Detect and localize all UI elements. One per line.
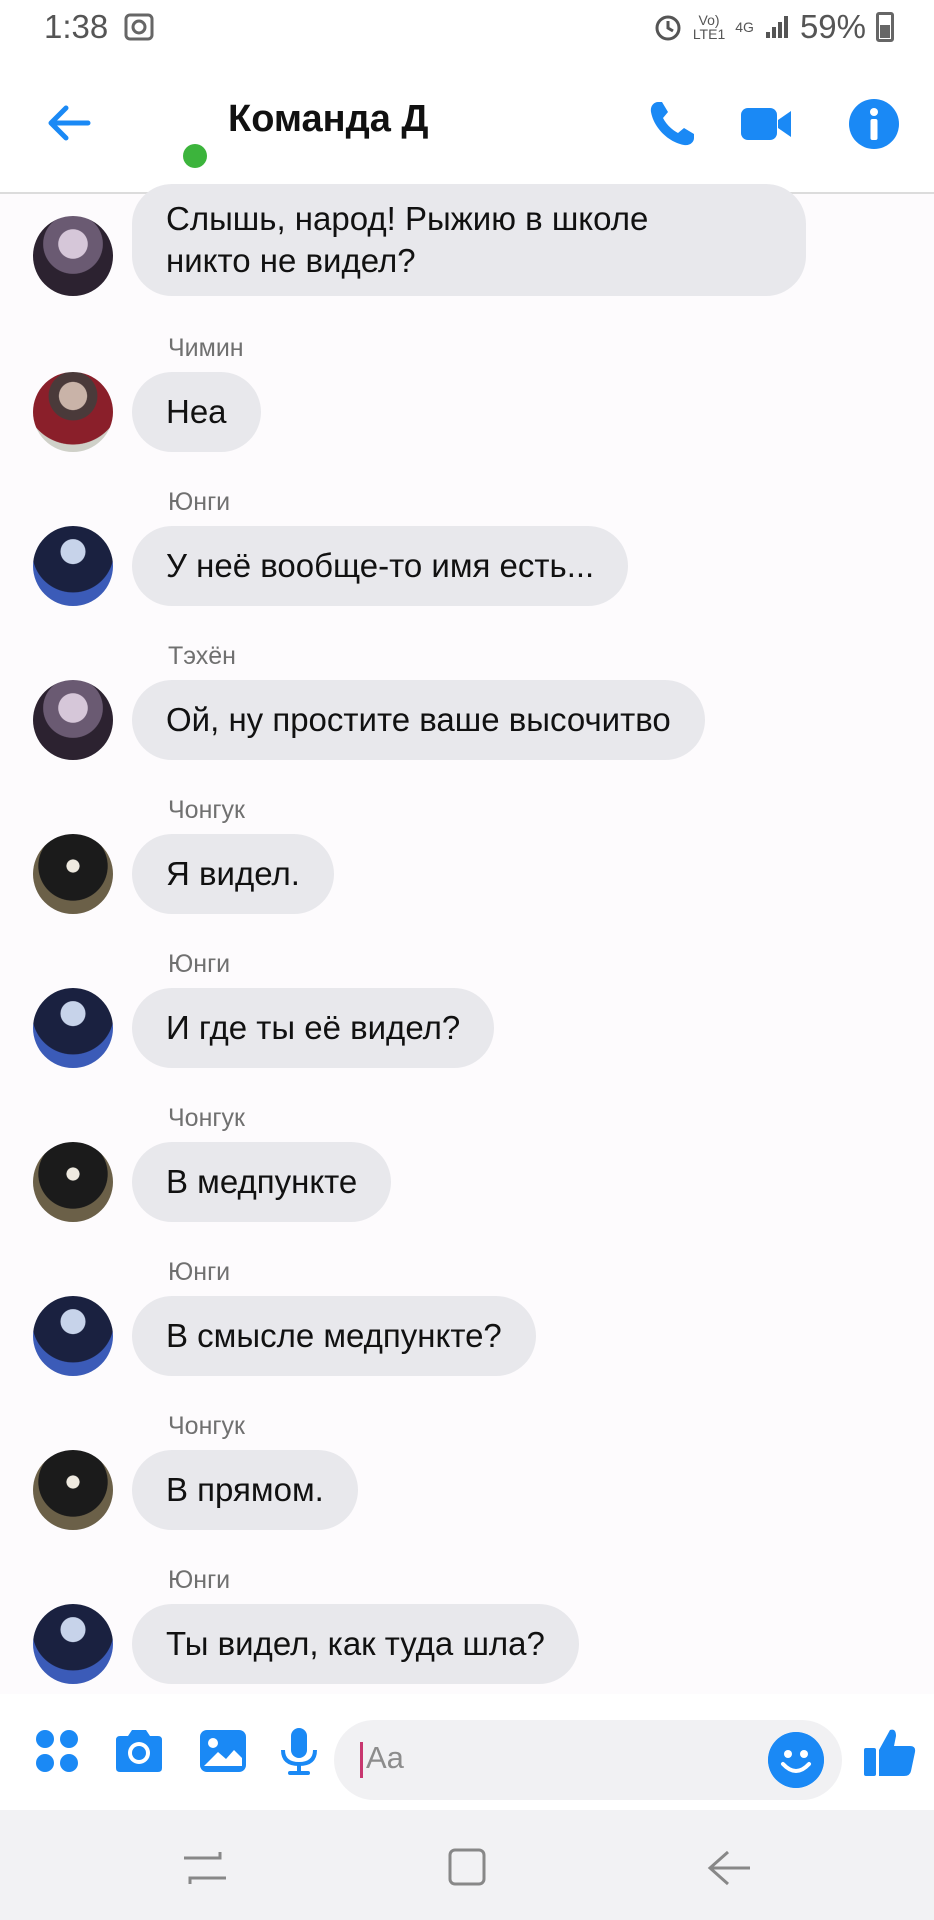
- message-bubble[interactable]: Я видел.: [132, 834, 334, 914]
- message-bubble[interactable]: Неа: [132, 372, 261, 452]
- chat-title[interactable]: Команда Д: [228, 98, 428, 141]
- video-call-icon[interactable]: [738, 96, 794, 152]
- screenshot-notification-icon: [124, 13, 154, 41]
- back-nav-icon[interactable]: [704, 1848, 754, 1888]
- grid-icon[interactable]: [30, 1724, 84, 1778]
- signal-icon: [765, 16, 788, 38]
- battery-percent: 59%: [799, 8, 866, 45]
- message-bubble[interactable]: В медпункте: [132, 1142, 392, 1222]
- text-caret: [360, 1742, 363, 1778]
- avatar-jimin[interactable]: [33, 372, 113, 452]
- phone-call-icon[interactable]: [644, 96, 700, 152]
- message-bubble[interactable]: И где ты её видел?: [132, 988, 495, 1068]
- camera-icon[interactable]: [112, 1724, 166, 1778]
- sender-name: Тэхён: [168, 642, 236, 670]
- gallery-icon[interactable]: [196, 1724, 250, 1778]
- message-list: Слышь, народ! Рыжию в школе никто не вид…: [0, 184, 934, 1694]
- avatar-jungkook[interactable]: [33, 1142, 113, 1222]
- message-bubble[interactable]: Ты видел, как туда шла?: [132, 1604, 579, 1684]
- message-bubble[interactable]: В прямом.: [132, 1450, 358, 1530]
- sender-name: Юнги: [168, 1258, 231, 1286]
- message-bubble[interactable]: В смысле медпункте?: [132, 1296, 536, 1376]
- message-composer: Aa: [0, 1700, 934, 1810]
- online-status-dot: [183, 144, 207, 168]
- sender-name: Юнги: [168, 950, 231, 978]
- message-bubble[interactable]: У неё вообще-то имя есть...: [132, 526, 629, 606]
- avatar-yoongi[interactable]: [33, 1604, 113, 1684]
- avatar-jungkook[interactable]: [33, 1450, 113, 1530]
- thumbs-up-icon[interactable]: [862, 1724, 918, 1780]
- status-time: 1:38: [44, 8, 109, 45]
- status-bar: 1:38 Vo) LTE1 4G 59%: [0, 0, 934, 58]
- sender-name: Юнги: [168, 488, 231, 516]
- back-arrow-icon[interactable]: [44, 98, 94, 148]
- sender-name: Чонгук: [168, 796, 245, 824]
- sender-name: Чонгук: [168, 1412, 245, 1440]
- avatar-yoongi[interactable]: [33, 988, 113, 1068]
- chat-header: Команда Д: [0, 58, 934, 194]
- message-input-placeholder: Aa: [366, 1740, 404, 1775]
- info-icon[interactable]: [846, 96, 902, 152]
- avatar-taehyung[interactable]: [33, 680, 113, 760]
- avatar-jungkook[interactable]: [33, 834, 113, 914]
- microphone-icon[interactable]: [272, 1724, 326, 1778]
- network-type: 4G: [735, 19, 754, 35]
- sender-name: Чонгук: [168, 1104, 245, 1132]
- avatar-yoongi[interactable]: [33, 526, 113, 606]
- alarm-icon: [655, 15, 681, 41]
- battery-icon: [876, 12, 894, 42]
- sender-name: Чимин: [168, 334, 244, 362]
- system-nav-bar: [0, 1810, 934, 1920]
- home-icon[interactable]: [442, 1848, 492, 1888]
- message-bubble[interactable]: Слышь, народ! Рыжию в школе никто не вид…: [132, 184, 806, 296]
- message-bubble[interactable]: Ой, ну простите ваше высочитво: [132, 680, 705, 760]
- avatar-taehyung[interactable]: [33, 216, 113, 296]
- avatar-yoongi[interactable]: [33, 1296, 113, 1376]
- status-icons: Vo) LTE1 4G 59%: [653, 8, 894, 46]
- sender-name: Юнги: [168, 1566, 231, 1594]
- volte-indicator: Vo) LTE1: [692, 12, 726, 42]
- message-input[interactable]: Aa: [334, 1720, 842, 1800]
- recent-apps-icon[interactable]: [180, 1848, 230, 1888]
- emoji-icon[interactable]: [768, 1732, 824, 1788]
